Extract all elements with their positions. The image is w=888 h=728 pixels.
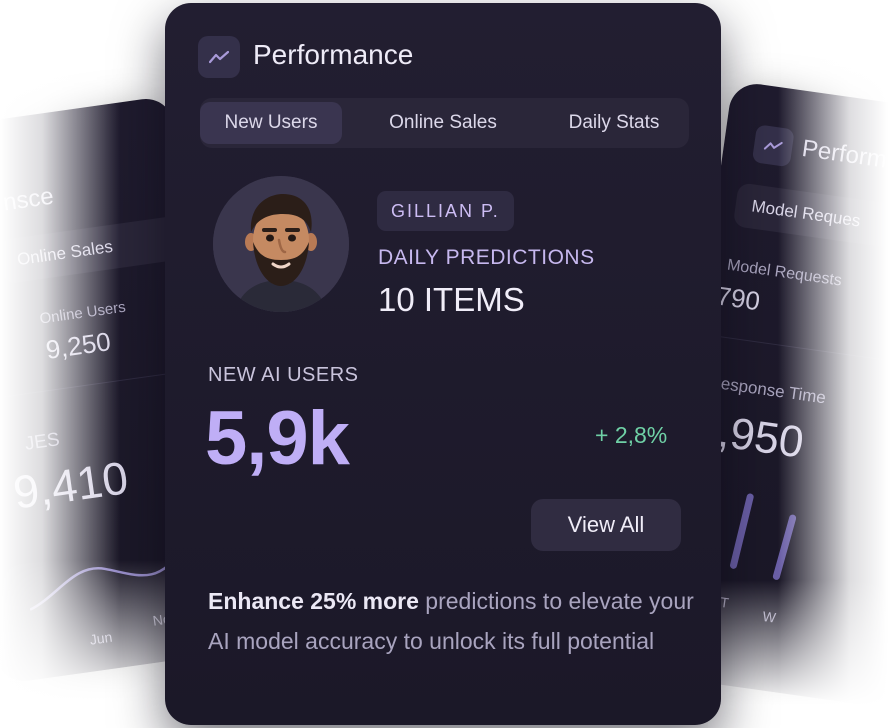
tab-bar: New Users Online Sales Daily Stats	[200, 98, 689, 148]
left-big-label: JES	[23, 429, 61, 455]
header-icon-box	[198, 36, 240, 78]
promo-text: Enhance 25% more predictions to elevate …	[208, 581, 708, 661]
left-card-tab[interactable]: Online Sales	[0, 215, 183, 285]
user-name-badge: GILLIAN P.	[377, 191, 514, 231]
tab-online-sales[interactable]: Online Sales	[368, 102, 518, 144]
right-card-title: Perform	[800, 134, 888, 174]
trend-line-icon	[209, 50, 229, 64]
performance-card: Performance New Users Online Sales Daily…	[165, 3, 721, 725]
right-card-tab[interactable]: Model Reques	[732, 182, 888, 254]
tab-new-users[interactable]: New Users	[200, 102, 342, 144]
right-stat-value: 790	[714, 280, 762, 317]
new-ai-users-value: 5,9k	[205, 396, 350, 481]
right-big-label: Response Time	[707, 372, 828, 408]
right-divider	[707, 334, 888, 368]
left-card-title: nsce	[1, 182, 56, 217]
left-card-tab-label: Online Sales	[15, 236, 114, 270]
trend-line-icon	[763, 141, 783, 150]
new-ai-users-label: NEW AI USERS	[208, 364, 359, 386]
tab-daily-stats[interactable]: Daily Stats	[544, 102, 684, 144]
avatar-illustration	[213, 176, 349, 312]
promo-highlight: Enhance 25% more	[208, 588, 419, 614]
change-badge: + 2,8%	[595, 422, 668, 448]
daily-predictions-value: 10 ITEMS	[378, 281, 525, 318]
view-all-button[interactable]: View All	[531, 499, 681, 551]
left-stat-label: Online Users	[38, 298, 127, 328]
right-axis-label-w: W	[761, 607, 777, 626]
card-title: Performance	[253, 39, 414, 70]
daily-predictions-label: DAILY PREDICTIONS	[378, 246, 595, 269]
right-card-tab-label: Model Reques	[750, 196, 862, 231]
left-axis-label-jun: Jun	[88, 628, 114, 648]
left-stat-value: 9,250	[43, 326, 113, 365]
avatar	[213, 176, 349, 312]
right-card-icon	[751, 124, 795, 168]
